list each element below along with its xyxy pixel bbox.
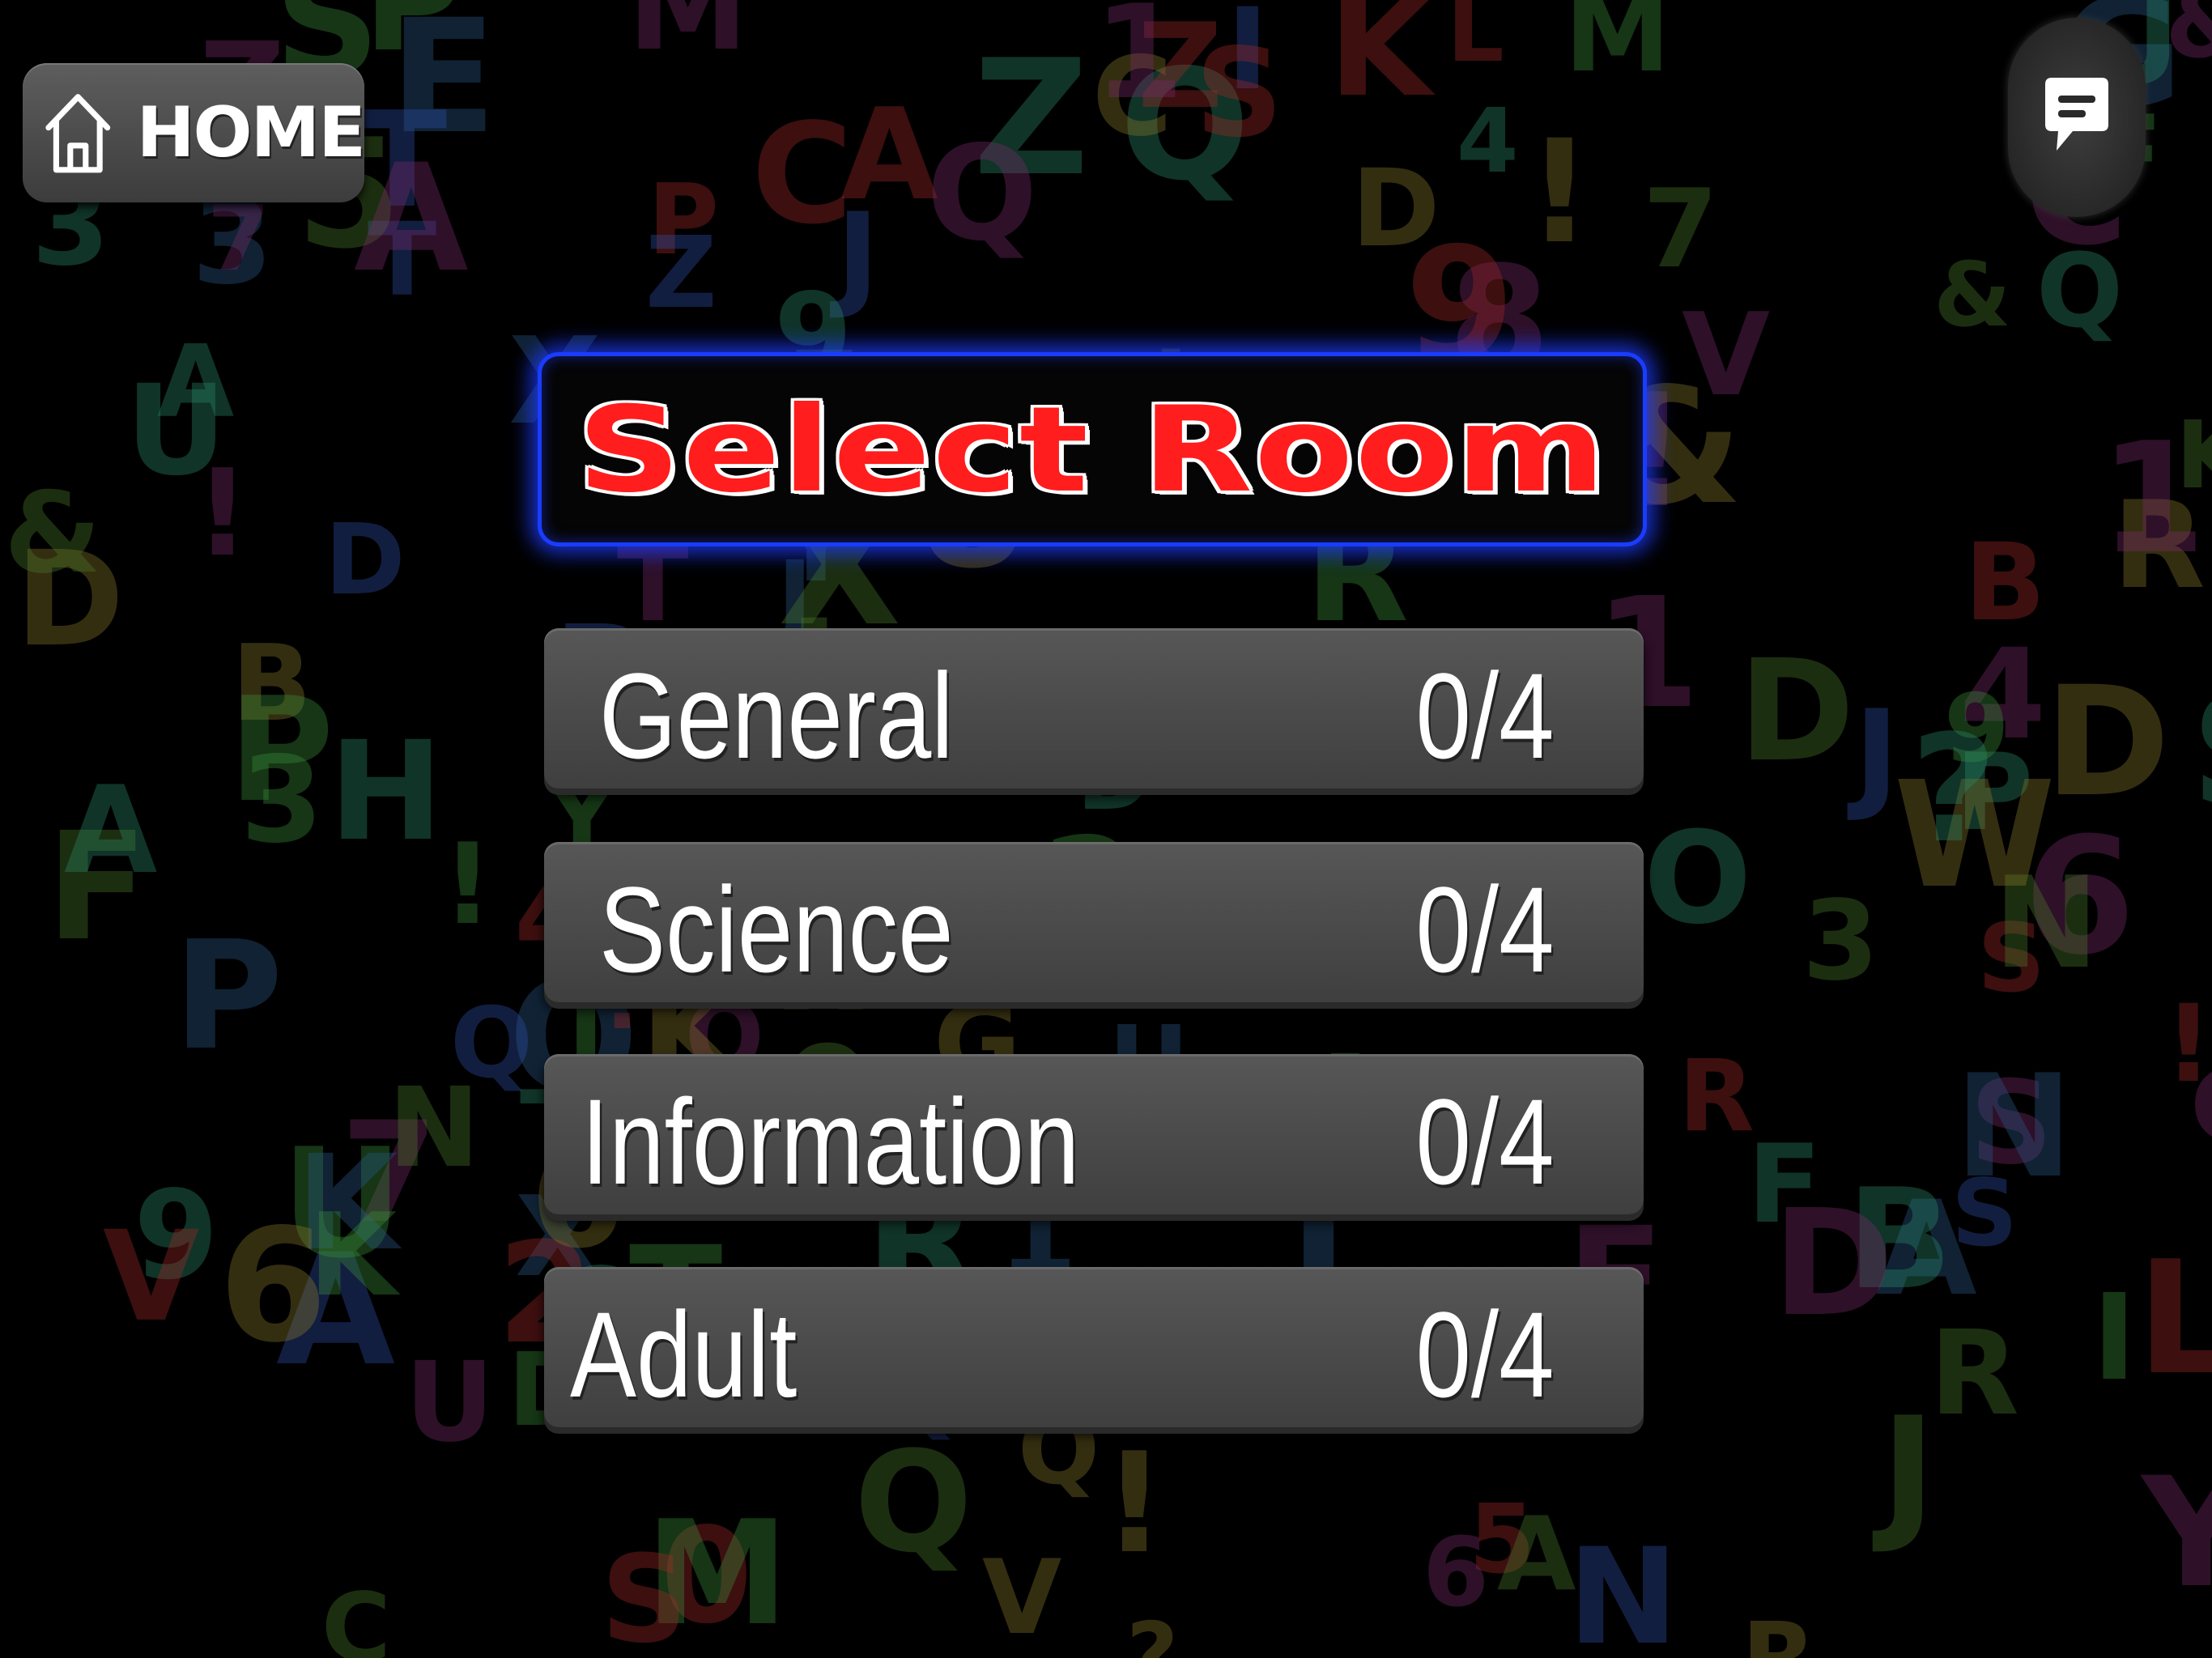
home-button[interactable]: HOME bbox=[23, 63, 366, 202]
background-letter: R bbox=[1678, 1039, 1755, 1154]
background-letter: & bbox=[1933, 243, 2011, 346]
background-letter: ? bbox=[1911, 704, 1997, 876]
room-player-count: 0/4 bbox=[1416, 1073, 1555, 1209]
background-letter: S bbox=[601, 1530, 687, 1658]
background-letter: R bbox=[1929, 1305, 2019, 1441]
background-letter: V bbox=[103, 1205, 199, 1350]
background-letter: I bbox=[2092, 1269, 2137, 1407]
background-letter: ! bbox=[1103, 1423, 1166, 1584]
room-name: Science bbox=[599, 861, 954, 997]
background-letter: Q bbox=[450, 988, 533, 1100]
background-letter: K bbox=[2176, 402, 2212, 510]
room-name: Information bbox=[581, 1073, 1080, 1209]
room-button-information[interactable]: Information 0/4 bbox=[544, 1054, 1644, 1214]
background-letter: C bbox=[751, 94, 853, 255]
background-letter: 7 bbox=[1643, 166, 1718, 292]
background-letter: L bbox=[1447, 0, 1504, 83]
background-letter: U bbox=[405, 1339, 494, 1467]
room-name: General bbox=[599, 648, 954, 784]
background-letter: P bbox=[173, 908, 283, 1083]
background-letter: A bbox=[64, 761, 157, 901]
home-label: HOME bbox=[136, 92, 366, 173]
background-letter: P bbox=[228, 666, 334, 834]
room-button-general[interactable]: General 0/4 bbox=[544, 628, 1644, 789]
room-player-count: 0/4 bbox=[1416, 648, 1555, 784]
background-letter: S bbox=[1195, 22, 1283, 164]
page-title: Select Room bbox=[576, 380, 1608, 518]
background-letter: Q bbox=[926, 118, 1038, 270]
background-letter: 1 bbox=[1094, 0, 1184, 128]
background-letter: L bbox=[2137, 1227, 2212, 1409]
home-icon bbox=[45, 94, 111, 173]
background-letter: K bbox=[1329, 0, 1436, 126]
background-letter: O bbox=[1644, 805, 1751, 953]
title-panel: Select Room bbox=[538, 352, 1647, 546]
background-letter: H bbox=[329, 712, 443, 871]
chat-button[interactable] bbox=[2008, 18, 2146, 217]
background-letter: ? bbox=[1126, 1604, 1178, 1658]
background-letter: 6 bbox=[1423, 1516, 1489, 1628]
background-letter: M bbox=[627, 0, 748, 78]
background-letter: A bbox=[157, 325, 234, 440]
background-letter: A bbox=[354, 133, 469, 305]
background-letter: 3 bbox=[1802, 878, 1879, 1005]
background-letter: Q bbox=[854, 1421, 972, 1584]
background-letter: 7 bbox=[207, 187, 270, 291]
background-letter: V bbox=[982, 1537, 1061, 1657]
background-letter: D bbox=[325, 504, 406, 617]
background-letter: & bbox=[4, 468, 101, 598]
background-letter: D bbox=[2044, 654, 2170, 831]
background-letter: R bbox=[1742, 1603, 1816, 1658]
background-letter: ! bbox=[442, 819, 493, 950]
room-player-count: 0/4 bbox=[1416, 861, 1555, 997]
background-letter: N bbox=[1955, 1045, 2073, 1209]
room-name: Adult bbox=[570, 1286, 798, 1422]
background-letter: J bbox=[1847, 685, 1899, 825]
background-letter: N bbox=[1568, 1520, 1678, 1658]
room-button-science[interactable]: Science 0/4 bbox=[544, 842, 1644, 1002]
background-letter: K bbox=[308, 1189, 401, 1322]
room-player-count: 0/4 bbox=[1416, 1286, 1555, 1422]
background-letter: S bbox=[2191, 664, 2212, 841]
background-letter: Z bbox=[645, 215, 717, 330]
background-letter: Y bbox=[2140, 1445, 2212, 1622]
background-letter: 4 bbox=[1457, 89, 1519, 193]
chat-icon bbox=[2045, 78, 2108, 151]
background-letter: ! bbox=[2164, 982, 2212, 1107]
background-letter: ! bbox=[1527, 109, 1592, 275]
room-button-adult[interactable]: Adult 0/4 bbox=[544, 1267, 1644, 1427]
background-letter: C bbox=[321, 1572, 391, 1658]
background-letter: D bbox=[1772, 1178, 1894, 1349]
background-letter: B bbox=[1964, 521, 2046, 645]
background-letter: D bbox=[1738, 629, 1855, 793]
background-letter: A bbox=[1497, 1494, 1576, 1613]
background-letter: J bbox=[1872, 1385, 1936, 1557]
background-letter: M bbox=[1564, 0, 1670, 96]
